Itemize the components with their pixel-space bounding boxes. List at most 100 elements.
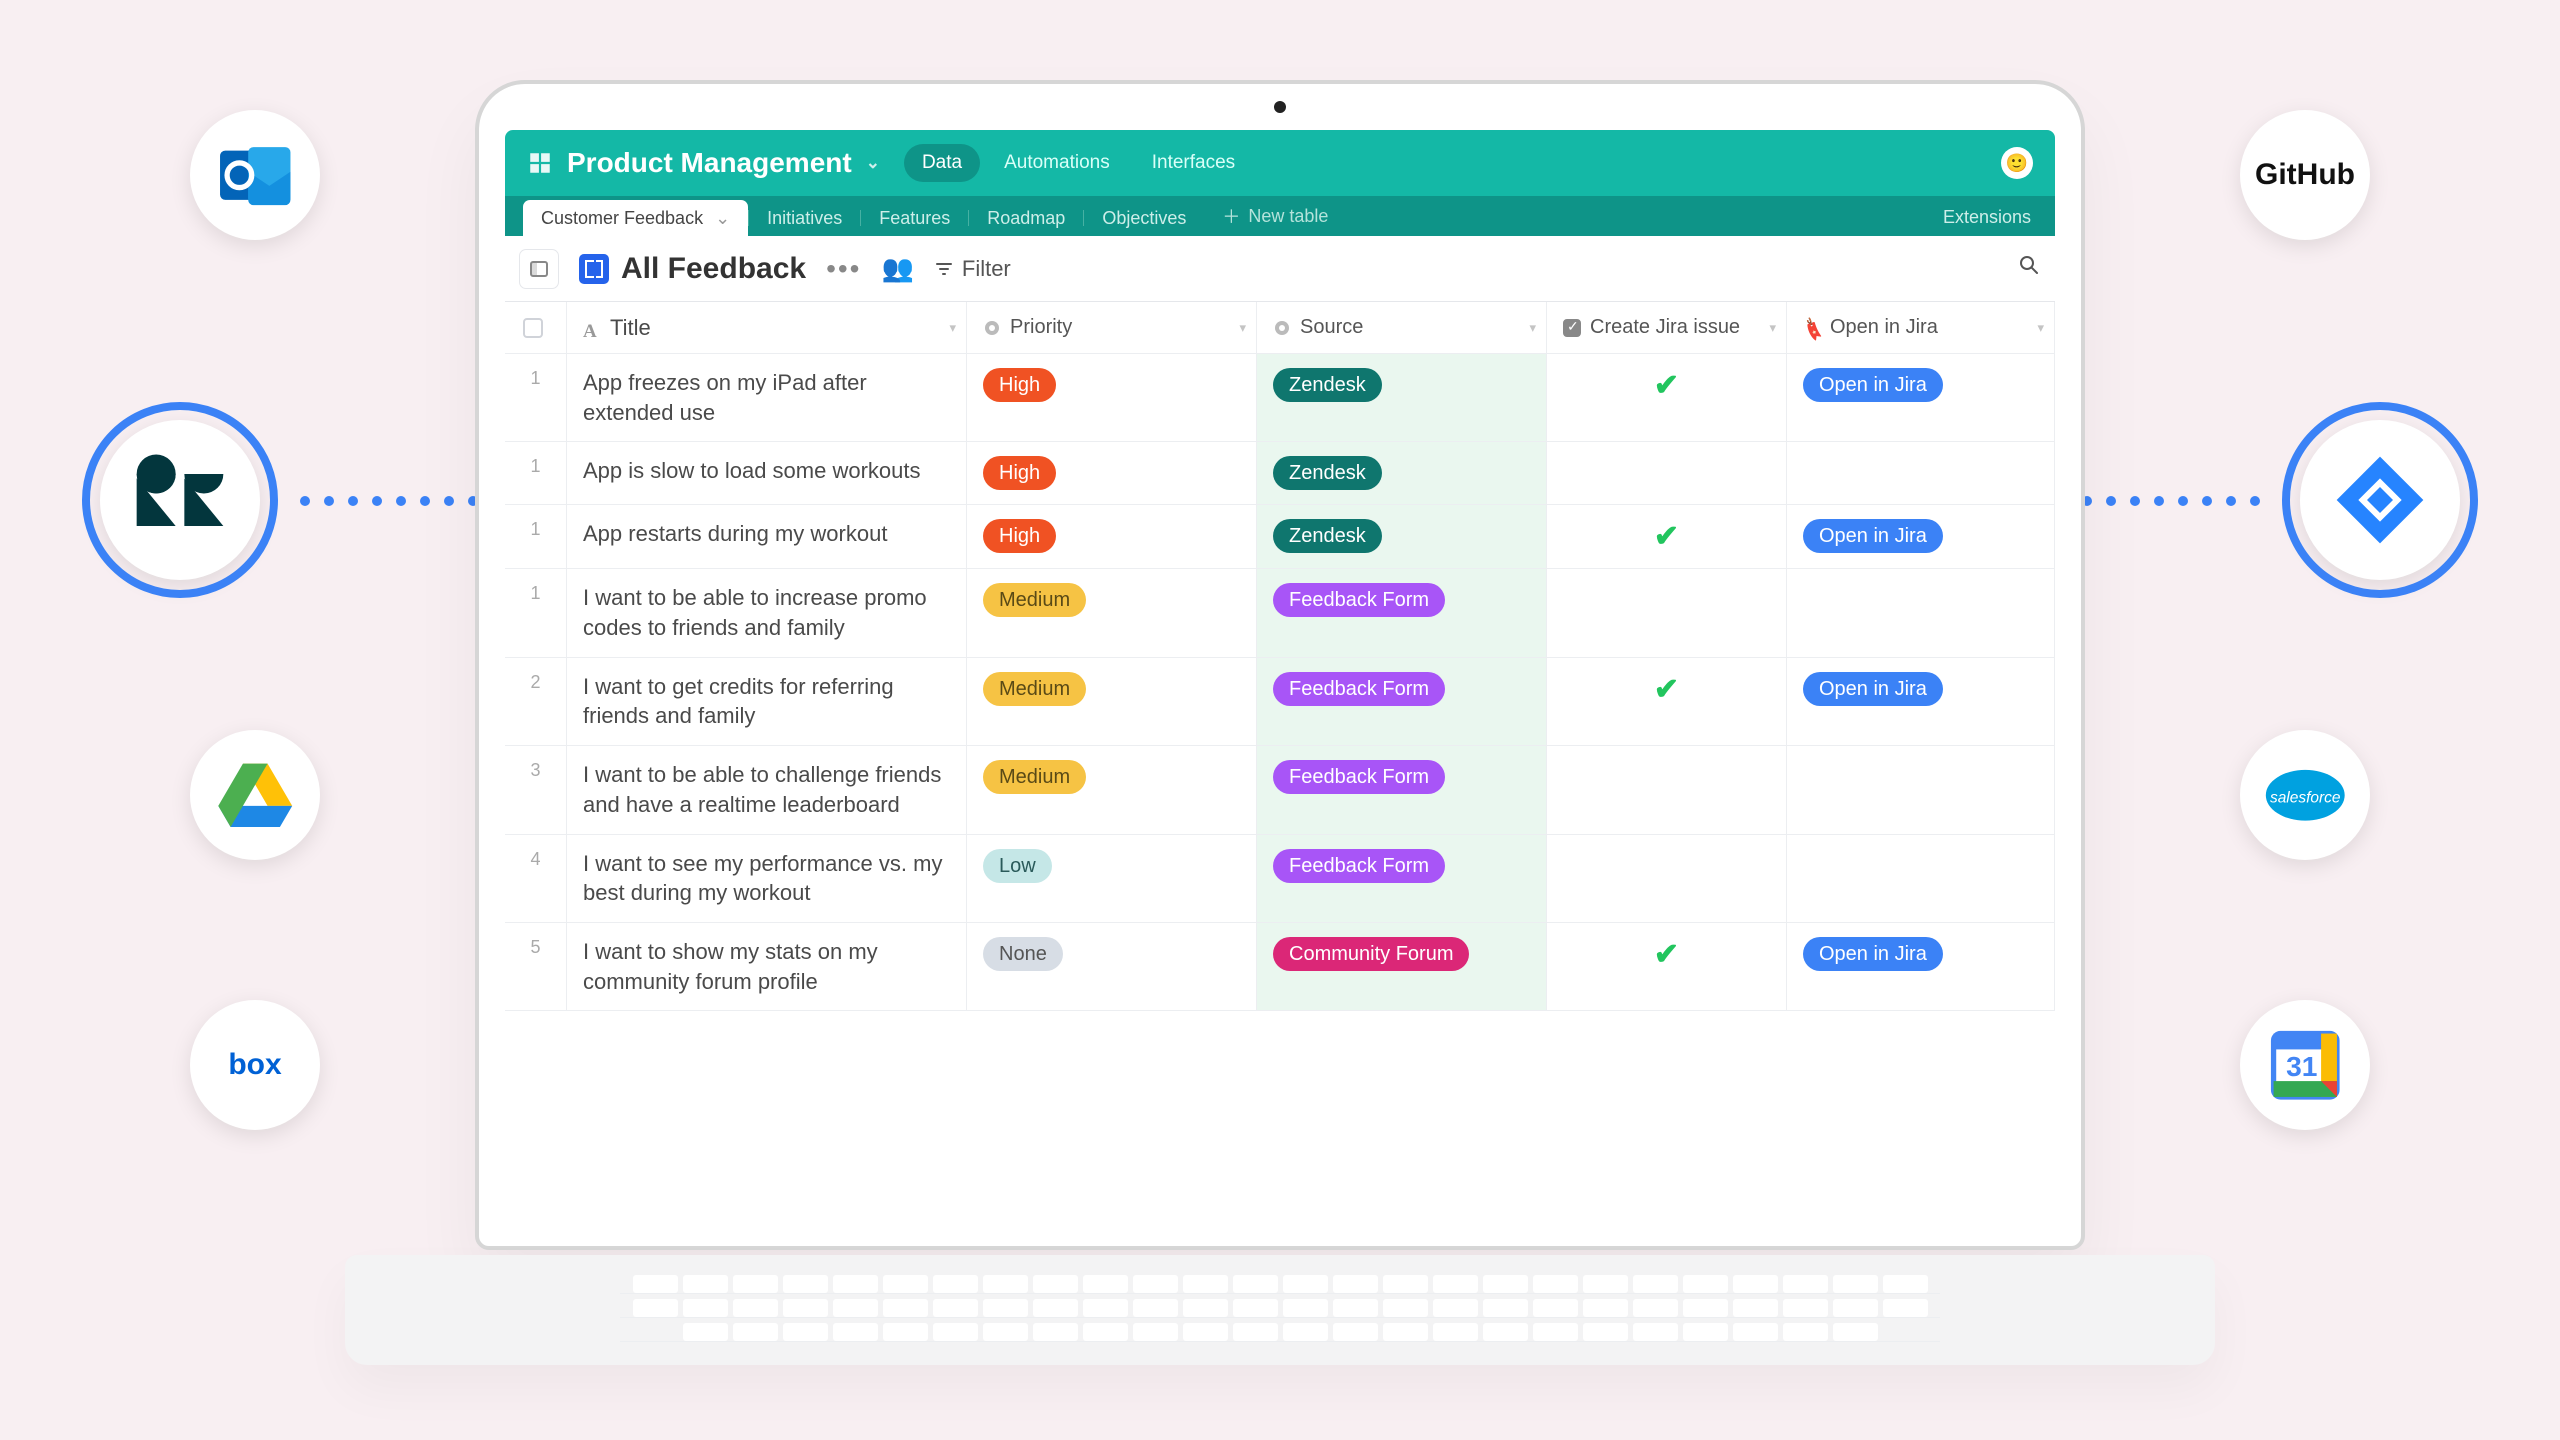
table-row[interactable]: 1I want to be able to increase promo cod… (505, 569, 2055, 657)
table-row[interactable]: 1App is slow to load some workoutsHighZe… (505, 442, 2055, 505)
row-number: 1 (505, 442, 567, 504)
extensions-link[interactable]: Extensions (1937, 199, 2037, 236)
cell-source[interactable]: Zendesk (1257, 354, 1547, 441)
cell-priority[interactable]: Medium (967, 658, 1257, 745)
header-row: ATitle▾ Priority▾ Source▾ Create Jira is… (505, 302, 2055, 354)
cell-create-jira[interactable]: ✔ (1547, 658, 1787, 745)
cell-source[interactable]: Feedback Form (1257, 746, 1547, 833)
filter-button[interactable]: Filter (934, 256, 1011, 282)
cell-open-jira[interactable]: Open in Jira (1787, 354, 2055, 441)
cell-title[interactable]: I want to be able to increase promo code… (567, 569, 967, 656)
view-menu-button[interactable]: ••• (826, 253, 861, 285)
col-open-jira[interactable]: 🔖Open in Jira▾ (1787, 302, 2055, 353)
svg-text:salesforce: salesforce (2270, 789, 2341, 806)
filter-icon (934, 259, 954, 279)
workspace-switcher[interactable]: Product Management ⌄ (527, 147, 880, 179)
table-row[interactable]: 1App restarts during my workoutHighZende… (505, 505, 2055, 569)
outlook-icon (190, 110, 320, 240)
cell-priority[interactable]: Low (967, 835, 1257, 922)
col-create-jira[interactable]: Create Jira issue▾ (1547, 302, 1787, 353)
cell-source[interactable]: Community Forum (1257, 923, 1547, 1010)
table-row[interactable]: 5I want to show my stats on my community… (505, 923, 2055, 1011)
table-tab-roadmap[interactable]: Roadmap (969, 200, 1083, 236)
cell-title[interactable]: App restarts during my workout (567, 505, 967, 568)
cell-title[interactable]: I want to see my performance vs. my best… (567, 835, 967, 922)
top-tab-interfaces[interactable]: Interfaces (1134, 144, 1253, 182)
grid: ATitle▾ Priority▾ Source▾ Create Jira is… (505, 302, 2055, 1220)
app-screen: Product Management ⌄ DataAutomationsInte… (505, 130, 2055, 1220)
cell-source[interactable]: Feedback Form (1257, 658, 1547, 745)
cell-source[interactable]: Feedback Form (1257, 835, 1547, 922)
toggle-sidebar-button[interactable] (519, 249, 559, 289)
cell-priority[interactable]: None (967, 923, 1257, 1010)
cell-open-jira[interactable] (1787, 835, 2055, 922)
table-tab-objectives[interactable]: Objectives (1084, 200, 1204, 236)
new-table-button[interactable]: ＋ New table (1204, 195, 1346, 236)
camera-dot (1274, 101, 1286, 113)
row-number: 2 (505, 658, 567, 745)
table-tab-features[interactable]: Features (861, 200, 968, 236)
google-calendar-icon: 31 (2240, 1000, 2370, 1130)
cell-create-jira[interactable]: ✔ (1547, 354, 1787, 441)
top-tab-data[interactable]: Data (904, 144, 980, 182)
cell-source[interactable]: Zendesk (1257, 442, 1547, 504)
table-tab-customer-feedback[interactable]: Customer Feedback⌄ (523, 200, 748, 236)
cell-create-jira[interactable] (1547, 442, 1787, 504)
box-icon: box (190, 1000, 320, 1130)
top-bar: Product Management ⌄ DataAutomationsInte… (505, 130, 2055, 196)
cell-open-jira[interactable] (1787, 569, 2055, 656)
cell-open-jira[interactable]: Open in Jira (1787, 923, 2055, 1010)
cell-create-jira[interactable]: ✔ (1547, 505, 1787, 568)
cell-open-jira[interactable]: Open in Jira (1787, 505, 2055, 568)
grid-view-icon (579, 254, 609, 284)
cell-title[interactable]: App is slow to load some workouts (567, 442, 967, 504)
cell-title[interactable]: I want to be able to challenge friends a… (567, 746, 967, 833)
search-button[interactable] (2017, 253, 2041, 284)
table-row[interactable]: 1App freezes on my iPad after extended u… (505, 354, 2055, 442)
table-row[interactable]: 2I want to get credits for referring fri… (505, 658, 2055, 746)
cell-source[interactable]: Feedback Form (1257, 569, 1547, 656)
row-number: 5 (505, 923, 567, 1010)
workspace-name: Product Management (567, 147, 852, 179)
cell-create-jira[interactable]: ✔ (1547, 923, 1787, 1010)
top-tab-automations[interactable]: Automations (986, 144, 1128, 182)
view-name[interactable]: All Feedback (579, 252, 806, 286)
select-all[interactable] (505, 302, 567, 353)
cell-priority[interactable]: High (967, 505, 1257, 568)
cell-create-jira[interactable] (1547, 746, 1787, 833)
cell-title[interactable]: App freezes on my iPad after extended us… (567, 354, 967, 441)
cell-create-jira[interactable] (1547, 835, 1787, 922)
col-priority[interactable]: Priority▾ (967, 302, 1257, 353)
top-tabs: DataAutomationsInterfaces (904, 144, 1253, 182)
row-number: 3 (505, 746, 567, 833)
svg-text:31: 31 (2286, 1051, 2317, 1082)
table-tab-initiatives[interactable]: Initiatives (749, 200, 860, 236)
salesforce-icon: salesforce (2240, 730, 2370, 860)
cell-open-jira[interactable] (1787, 442, 2055, 504)
row-number: 1 (505, 354, 567, 441)
cell-title[interactable]: I want to show my stats on my community … (567, 923, 967, 1010)
cell-priority[interactable]: Medium (967, 746, 1257, 833)
github-icon: GitHub (2240, 110, 2370, 240)
cell-open-jira[interactable]: Open in Jira (1787, 658, 2055, 745)
col-source[interactable]: Source▾ (1257, 302, 1547, 353)
row-number: 1 (505, 505, 567, 568)
cell-priority[interactable]: High (967, 354, 1257, 441)
cell-title[interactable]: I want to get credits for referring frie… (567, 658, 967, 745)
jira-icon (2300, 420, 2460, 580)
cell-priority[interactable]: Medium (967, 569, 1257, 656)
cell-open-jira[interactable] (1787, 746, 2055, 833)
share-button[interactable]: 👥 (882, 253, 914, 284)
cell-source[interactable]: Zendesk (1257, 505, 1547, 568)
table-row[interactable]: 3I want to be able to challenge friends … (505, 746, 2055, 834)
avatar[interactable]: 🙂 (2001, 147, 2033, 179)
table-tabs-bar: Customer Feedback⌄InitiativesFeaturesRoa… (505, 196, 2055, 236)
col-title[interactable]: ATitle▾ (567, 302, 967, 353)
table-row[interactable]: 4I want to see my performance vs. my bes… (505, 835, 2055, 923)
search-icon (2017, 253, 2041, 277)
google-drive-icon (190, 730, 320, 860)
cell-create-jira[interactable] (1547, 569, 1787, 656)
row-number: 1 (505, 569, 567, 656)
cell-priority[interactable]: High (967, 442, 1257, 504)
view-bar: All Feedback ••• 👥 Filter (505, 236, 2055, 302)
